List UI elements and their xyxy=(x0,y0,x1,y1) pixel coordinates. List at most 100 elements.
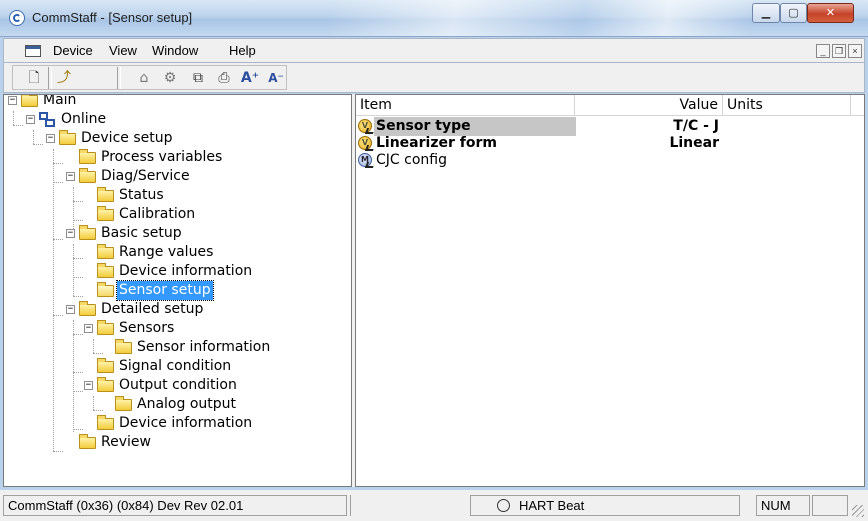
font-decrease-icon[interactable]: A⁻ xyxy=(266,68,286,88)
column-header-item[interactable]: Item xyxy=(356,95,575,115)
tree-node-label[interactable]: Sensors xyxy=(117,319,176,338)
tree-guide-line xyxy=(73,244,74,296)
child-close-button[interactable]: × xyxy=(848,44,862,58)
tree-node-detailed-setup[interactable]: − Detailed setup xyxy=(64,300,351,319)
tree-node-sensor-setup[interactable]: Sensor setup xyxy=(82,280,351,301)
font-increase-icon[interactable]: A⁺ xyxy=(240,68,260,88)
folder-icon xyxy=(115,339,132,354)
close-button[interactable]: ✕ xyxy=(807,3,854,23)
menu-window[interactable]: Window xyxy=(152,43,198,58)
tree-guide-line xyxy=(13,125,23,126)
list-cell-value[interactable] xyxy=(575,151,719,170)
tree-node-signal-condition[interactable]: Signal condition xyxy=(82,357,351,376)
collapse-icon[interactable]: − xyxy=(66,305,75,314)
item-list[interactable]: Item Value Units V Sensor type T/C - J V Lin… xyxy=(355,94,865,487)
help-pointer-icon[interactable]: ⤴ xyxy=(54,68,74,88)
folder-icon xyxy=(21,95,38,107)
child-minimize-button[interactable]: _ xyxy=(816,44,830,58)
tree-node-range-values[interactable]: Range values xyxy=(82,243,351,262)
tree-node-label[interactable]: Main xyxy=(41,95,78,110)
tree-node-label[interactable]: Basic setup xyxy=(99,224,184,243)
maximize-button[interactable]: ▢ xyxy=(780,3,807,23)
print-icon[interactable]: ⎙ xyxy=(214,68,234,88)
toolbar-separator xyxy=(117,67,121,89)
tree-guide-line xyxy=(93,339,94,353)
device-icon[interactable]: ⌂ xyxy=(134,68,154,88)
tree-node-label[interactable]: Device setup xyxy=(79,129,175,148)
list-row-cjc-config[interactable]: M CJC config xyxy=(356,151,864,170)
variable-item-icon: V xyxy=(358,119,372,133)
tree-guide-line xyxy=(13,111,14,125)
new-document-icon[interactable]: 🗋 xyxy=(24,68,44,88)
tree-guide-line xyxy=(53,163,63,164)
menu-device[interactable]: Device xyxy=(53,43,93,58)
tools-icon[interactable]: ⚙ xyxy=(160,68,180,88)
title-bar-decoration xyxy=(330,0,750,36)
status-device-info: CommStaff (0x36) (0x84) Dev Rev 02.01 xyxy=(3,495,347,516)
folder-icon xyxy=(97,415,114,430)
toolbar: 🗋 ⤴ ⌂ ⚙ ⧉ ⎙ A⁺ A⁻ xyxy=(3,63,865,93)
tree-node-label[interactable]: Online xyxy=(59,110,108,129)
collapse-icon[interactable]: − xyxy=(66,172,75,181)
tree-node-status[interactable]: Status xyxy=(82,186,351,205)
tree-node-label[interactable]: Sensor information xyxy=(135,338,272,357)
tree-node-online[interactable]: − Online xyxy=(24,110,344,129)
document-window-icon[interactable] xyxy=(25,45,41,57)
tree-node-label[interactable]: Device information xyxy=(117,414,254,433)
folder-icon xyxy=(79,301,96,316)
collapse-icon[interactable]: − xyxy=(26,115,35,124)
column-header-units[interactable]: Units xyxy=(723,95,851,115)
method-item-icon: M xyxy=(358,153,372,167)
window-title: CommStaff - [Sensor setup] xyxy=(32,10,193,25)
tree-guide-line xyxy=(53,451,63,452)
tree-node-diag-service[interactable]: − Diag/Service xyxy=(64,167,351,186)
tree-node-device-setup[interactable]: − Device setup xyxy=(44,129,351,148)
tree-node-main[interactable]: − Main xyxy=(6,95,326,110)
tree-node-label[interactable]: Diag/Service xyxy=(99,167,192,186)
tree-node-device-information[interactable]: Device information xyxy=(82,414,351,433)
tree-node-label[interactable]: Review xyxy=(99,433,153,452)
tree-node-output-condition[interactable]: − Output condition xyxy=(82,376,351,395)
tree-node-sensor-information[interactable]: Sensor information xyxy=(100,338,351,357)
minimize-button[interactable]: ▁ xyxy=(752,3,780,23)
copy-icon[interactable]: ⧉ xyxy=(188,68,208,88)
tree-node-label[interactable]: Status xyxy=(117,186,166,205)
tree-node-label[interactable]: Process variables xyxy=(99,148,224,167)
list-cell-units xyxy=(727,151,847,170)
status-heartbeat: HART Beat xyxy=(470,495,740,516)
column-header-value[interactable]: Value xyxy=(575,95,723,115)
tree-node-review[interactable]: Review xyxy=(64,433,351,452)
tree-node-basic-setup[interactable]: − Basic setup xyxy=(64,224,351,243)
tree-node-label[interactable]: Signal condition xyxy=(117,357,233,376)
tree-node-label[interactable]: Sensor setup xyxy=(116,280,214,301)
commstaff-app-icon[interactable] xyxy=(9,10,25,26)
tree-node-label[interactable]: Output condition xyxy=(117,376,239,395)
tree-node-label[interactable]: Detailed setup xyxy=(99,300,205,319)
folder-icon xyxy=(97,263,114,278)
tree-node-process-variables[interactable]: Process variables xyxy=(64,148,351,167)
collapse-icon[interactable]: − xyxy=(46,134,55,143)
collapse-icon[interactable]: − xyxy=(84,381,93,390)
menu-help[interactable]: Help xyxy=(229,43,256,58)
tree-node-label[interactable]: Device information xyxy=(117,262,254,281)
tree-node-sensors[interactable]: − Sensors xyxy=(82,319,351,338)
child-restore-button[interactable]: ❐ xyxy=(832,44,846,58)
tree-node-label[interactable]: Range values xyxy=(117,243,215,262)
collapse-icon[interactable]: − xyxy=(8,96,17,105)
tree-node-analog-output[interactable]: Analog output xyxy=(100,395,351,414)
collapse-icon[interactable]: − xyxy=(84,324,93,333)
menu-view[interactable]: View xyxy=(109,43,137,58)
list-cell-item[interactable]: CJC config xyxy=(374,151,576,170)
collapse-icon[interactable]: − xyxy=(66,229,75,238)
tree-guide-line xyxy=(93,396,94,410)
tree-node-label[interactable]: Calibration xyxy=(117,205,197,224)
navigation-tree[interactable]: − Main − Online − Device setup Process variabl… xyxy=(3,94,352,487)
title-bar[interactable]: CommStaff - [Sensor setup] ▁ ▢ ✕ xyxy=(0,0,868,37)
tree-node-device-information[interactable]: Device information xyxy=(82,262,351,281)
resize-grip[interactable] xyxy=(852,505,864,517)
folder-icon xyxy=(97,358,114,373)
tree-node-label[interactable]: Analog output xyxy=(135,395,238,414)
folder-icon xyxy=(79,149,96,164)
tree-node-calibration[interactable]: Calibration xyxy=(82,205,351,224)
tree-guide-line xyxy=(53,182,63,183)
